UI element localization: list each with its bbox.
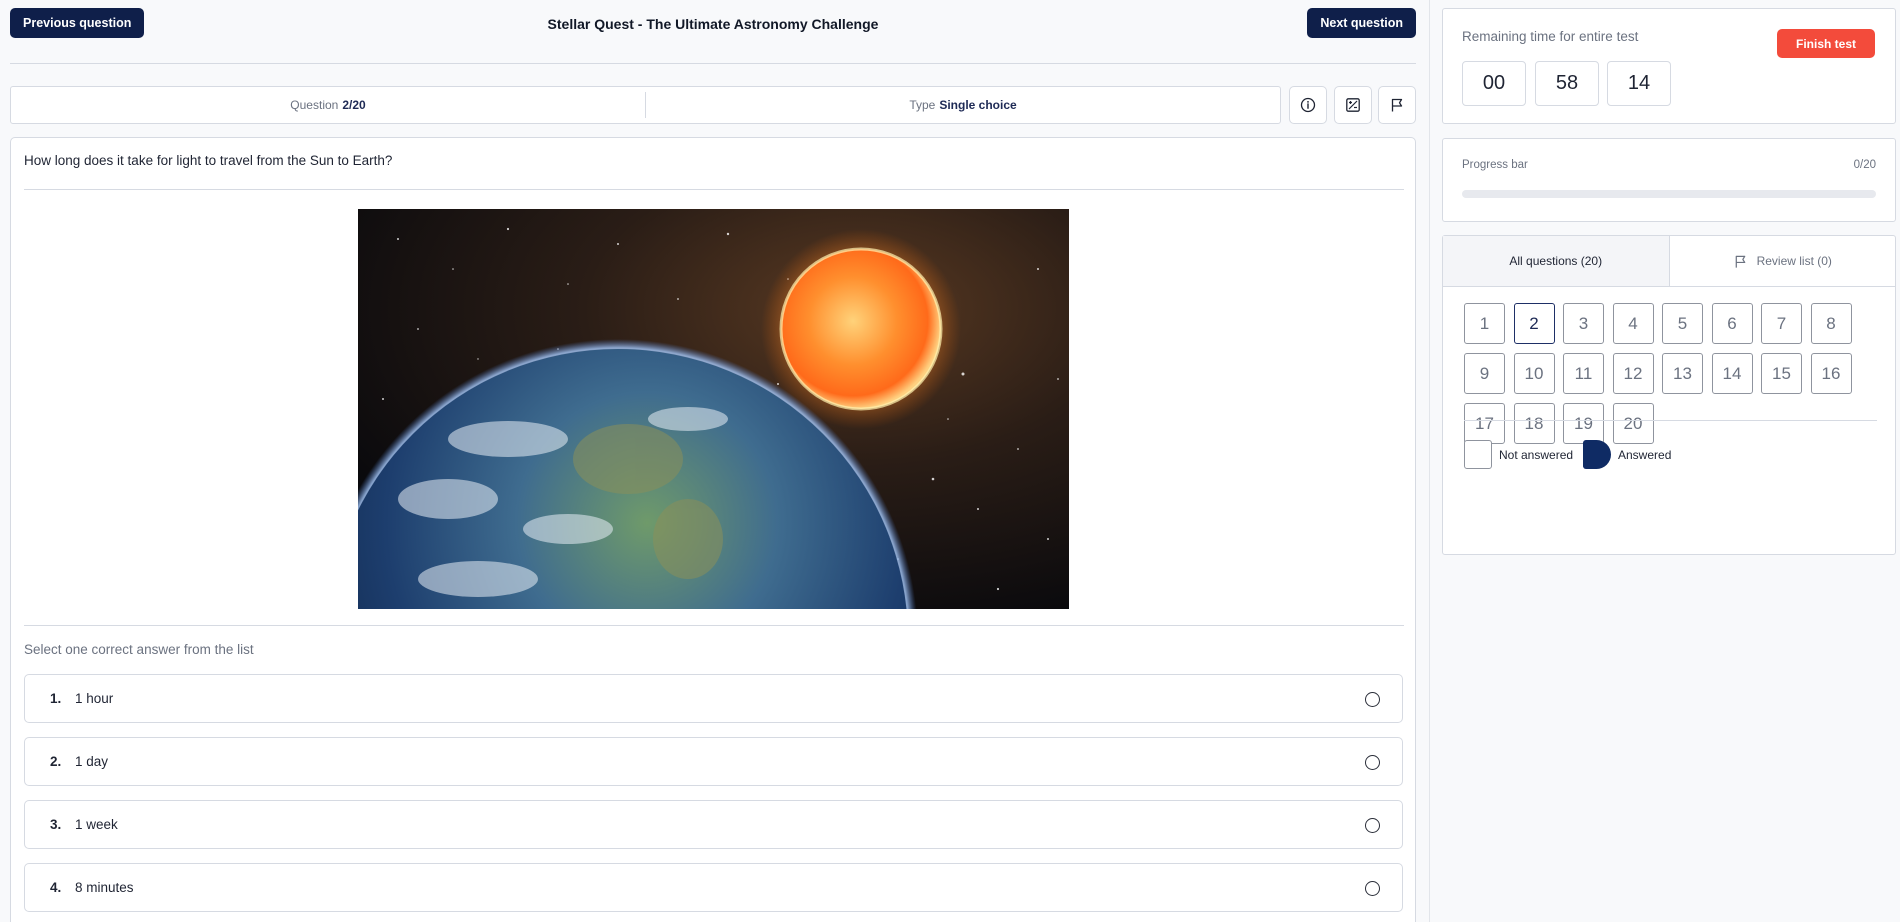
- tab-review-list[interactable]: Review list (0): [1670, 236, 1896, 286]
- option-text: 1 day: [75, 754, 109, 769]
- option-number: 2.: [50, 754, 62, 769]
- answer-option-2[interactable]: 2. 1 day: [24, 737, 1403, 786]
- question-number-button[interactable]: 4: [1612, 303, 1654, 344]
- tab-review-list-label: Review list (0): [1756, 254, 1832, 268]
- column-divider: [1429, 0, 1430, 922]
- question-number-button[interactable]: 16: [1810, 353, 1852, 394]
- question-number-button[interactable]: 14: [1711, 353, 1753, 394]
- question-type-label: Type: [909, 98, 936, 112]
- timer-panel: Remaining time for entire test Finish te…: [1442, 8, 1896, 124]
- top-bar: Previous question Stellar Quest - The Ul…: [10, 8, 1416, 38]
- question-number-button[interactable]: 12: [1612, 353, 1654, 394]
- option-radio[interactable]: [1365, 818, 1380, 833]
- tab-all-questions-label: All questions (20): [1509, 254, 1603, 268]
- question-number-button[interactable]: 17: [1464, 403, 1505, 444]
- legend-not-answered-swatch: [1464, 440, 1492, 469]
- question-number-button[interactable]: 7: [1761, 303, 1802, 344]
- question-area: Previous question Stellar Quest - The Ul…: [10, 0, 1416, 922]
- option-radio[interactable]: [1365, 755, 1380, 770]
- option-text: 1 hour: [75, 691, 114, 706]
- option-text: 8 minutes: [75, 880, 134, 895]
- answer-instruction: Select one correct answer from the list: [24, 642, 254, 657]
- navigator-tabs: All questions (20) Review list (0): [1443, 236, 1895, 287]
- question-meta-bar: Question 2/20 Type Single choice: [10, 86, 1281, 124]
- option-number: 4.: [50, 880, 62, 895]
- legend-answered-label: Answered: [1618, 448, 1672, 462]
- progress-label: Progress bar: [1462, 159, 1528, 171]
- question-number-button[interactable]: 8: [1810, 303, 1852, 344]
- finish-test-button[interactable]: Finish test: [1776, 29, 1875, 58]
- question-number-button[interactable]: 3: [1563, 303, 1604, 344]
- question-number-button[interactable]: 2: [1513, 303, 1555, 344]
- image-divider: [24, 625, 1404, 626]
- question-number-button[interactable]: 15: [1761, 353, 1802, 394]
- question-text: How long does it take for light to trave…: [24, 153, 393, 168]
- flag-icon: [1733, 254, 1748, 269]
- answer-option-3[interactable]: 3. 1 week: [24, 800, 1403, 849]
- question-image: [358, 209, 1069, 609]
- question-counter-label: Question: [290, 98, 339, 112]
- question-number-button[interactable]: 6: [1711, 303, 1753, 344]
- legend-divider: [1464, 420, 1877, 421]
- answer-option-4[interactable]: 4. 8 minutes: [24, 863, 1403, 912]
- calculator-icon: [1346, 98, 1360, 112]
- option-text: 1 week: [75, 817, 118, 832]
- option-radio[interactable]: [1365, 881, 1380, 896]
- question-number-button[interactable]: 19: [1563, 403, 1604, 444]
- info-button[interactable]: [1289, 86, 1327, 124]
- question-type: Type Single choice: [646, 87, 1280, 123]
- tab-all-questions[interactable]: All questions (20): [1443, 236, 1670, 286]
- question-counter: Question 2/20: [11, 87, 645, 123]
- option-number: 3.: [50, 817, 62, 832]
- question-number-button[interactable]: 18: [1513, 403, 1555, 444]
- flag-icon: [1391, 98, 1403, 112]
- flag-question-button[interactable]: [1378, 86, 1416, 124]
- next-question-button[interactable]: Next question: [1307, 8, 1416, 38]
- question-card: How long does it take for light to trave…: [10, 137, 1416, 922]
- header-divider: [10, 63, 1416, 64]
- answer-option-1[interactable]: 1. 1 hour: [24, 674, 1403, 723]
- question-counter-value: 2/20: [342, 98, 366, 112]
- question-type-value: Single choice: [939, 98, 1017, 112]
- legend-answered-swatch: [1583, 440, 1611, 469]
- question-number-button[interactable]: 5: [1662, 303, 1703, 344]
- timer-seconds: 14: [1607, 61, 1671, 106]
- question-number-button[interactable]: 10: [1513, 353, 1555, 394]
- question-divider: [24, 189, 1404, 190]
- earth-sun-illustration: [358, 209, 1069, 609]
- progress-count: 0/20: [1853, 159, 1876, 171]
- timer-label: Remaining time for entire test: [1462, 29, 1639, 44]
- timer-hours: 00: [1462, 61, 1526, 106]
- progress-panel: Progress bar 0/20: [1442, 138, 1896, 222]
- test-title: Stellar Quest - The Ultimate Astronomy C…: [547, 16, 879, 32]
- question-number-button[interactable]: 9: [1464, 353, 1505, 394]
- info-icon: [1300, 97, 1316, 113]
- legend-not-answered-label: Not answered: [1499, 448, 1574, 462]
- option-number: 1.: [50, 691, 62, 706]
- calculator-button[interactable]: [1334, 86, 1372, 124]
- progress-track: [1462, 190, 1876, 198]
- question-number-button[interactable]: 20: [1612, 403, 1654, 444]
- timer-minutes: 58: [1535, 61, 1599, 106]
- question-number-button[interactable]: 13: [1662, 353, 1703, 394]
- option-radio[interactable]: [1365, 692, 1380, 707]
- question-number-button[interactable]: 11: [1563, 353, 1604, 394]
- question-navigator: All questions (20) Review list (0) 12345…: [1442, 235, 1896, 555]
- question-number-button[interactable]: 1: [1464, 303, 1505, 344]
